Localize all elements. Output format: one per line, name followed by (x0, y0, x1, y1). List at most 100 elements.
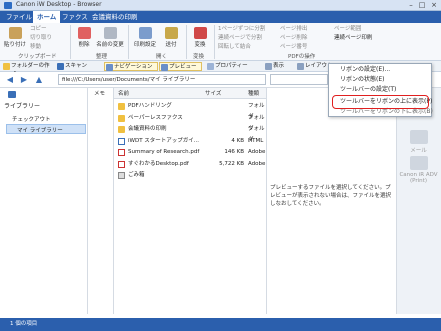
ribbon-separator (186, 25, 187, 59)
output-bar (396, 88, 441, 314)
page-range-button[interactable]: ページ範囲 (334, 25, 361, 34)
pdf-icon (118, 149, 125, 156)
mail-button[interactable]: メール (399, 130, 438, 154)
address-input[interactable]: file:///C:/Users/user/Documents/マイ ライブラリ… (58, 74, 266, 85)
folder-icon (118, 126, 125, 133)
html-icon (118, 137, 125, 145)
continuous-print-button[interactable]: 連続ページ印刷 (334, 34, 372, 43)
folder-icon (118, 114, 125, 122)
delete-icon (77, 27, 91, 39)
column-size[interactable]: サイズ (205, 89, 221, 97)
ribbon-separator (70, 25, 71, 59)
table-row[interactable]: すぐわかるDesktop.pdf 5,722 KB Adobe (114, 159, 266, 170)
file-list-header (114, 88, 266, 99)
properties-button[interactable]: プロパティー (206, 62, 258, 71)
navigation-icon (106, 64, 113, 71)
send-icon (164, 27, 178, 39)
scan-button[interactable]: スキャン (56, 62, 98, 71)
folder-icon (118, 103, 125, 110)
file-type: Adobe (248, 160, 266, 167)
sidebar-item-my-library[interactable]: マイ ライブラリー (6, 124, 86, 134)
back-icon[interactable]: ◀ (5, 75, 15, 85)
split-each-page-button[interactable]: 1ページずつに分割 (218, 25, 265, 34)
trash-icon (118, 172, 125, 179)
menu-item-ribbon-state[interactable]: リボンの状態(E) (340, 75, 384, 85)
printer-device-icon (409, 156, 428, 170)
mail-icon (409, 130, 428, 144)
view-icon (265, 63, 272, 70)
file-type: HTML (248, 137, 264, 144)
delete-button[interactable]: 削除 (74, 27, 94, 48)
pdf-icon (118, 160, 125, 168)
menu-item-ribbon-settings[interactable]: リボンの設定(E)... (340, 65, 390, 75)
preview-icon (161, 64, 168, 71)
column-name[interactable]: 名前 (118, 89, 129, 97)
memo-header: メモ (94, 91, 106, 97)
table-row[interactable]: ペーパーレスファクス フォルダ (114, 113, 266, 132)
file-name: PDFハンドリング (128, 103, 172, 109)
properties-icon (207, 63, 214, 70)
view-button[interactable]: 表示 (264, 62, 294, 71)
group-label-open: 開く (156, 54, 168, 60)
menu-item-toolbar-settings[interactable]: ツールバーの設定(T) (340, 85, 396, 95)
clipboard-icon (8, 27, 22, 39)
forward-icon[interactable]: ▶ (19, 75, 29, 85)
close-icon[interactable]: × (429, 1, 439, 9)
paste-button[interactable]: 貼り付け (4, 27, 26, 48)
create-folder-button[interactable]: フォルダーの作成 (2, 62, 54, 78)
split-continuous-button[interactable]: 連続ページで分割 (218, 34, 262, 43)
rotate-merge-button[interactable]: 回転して結合 (218, 43, 251, 52)
minimize-icon[interactable]: – (406, 1, 416, 9)
group-label-convert: 変換 (193, 54, 205, 60)
copy-button[interactable]: コピー (30, 25, 47, 34)
preview-message: プレビューするファイルを選択してください。プレビューが表示されない場合は、ファイ… (270, 185, 392, 207)
navigation-button[interactable]: ナビゲーション (104, 62, 158, 71)
sidebar-item-checkout[interactable]: チェックアウト (12, 115, 51, 123)
library-icon (8, 91, 16, 98)
print-settings-button[interactable]: 印刷設定 (132, 27, 158, 48)
table-row[interactable]: PDFハンドリング フォルダ (114, 101, 266, 120)
tab-file[interactable]: ファイル (2, 11, 36, 23)
printer-icon (138, 27, 152, 39)
window-title: Canon iW Desktop - Browser (16, 1, 102, 8)
scan-icon (57, 63, 64, 70)
group-label-pdf: PDFの操作 (288, 54, 316, 60)
column-type[interactable]: 種類 (248, 89, 259, 97)
table-row[interactable]: iWDT スタートアップガイ... 4 KB HTML (114, 136, 266, 147)
search-input[interactable] (270, 74, 328, 85)
folder-icon (3, 63, 10, 70)
up-icon[interactable]: ▲ (34, 75, 44, 85)
rename-button[interactable]: 名前の変更 (96, 27, 124, 48)
app-icon (4, 2, 12, 9)
file-name: Summary of Research.pdf (128, 149, 200, 155)
tab-home[interactable]: ホーム (33, 11, 61, 23)
page-delete-button[interactable]: ページ削除 (280, 34, 307, 43)
table-row[interactable]: Summary of Research.pdf 146 KB Adobe (114, 147, 266, 158)
page-eject-button[interactable]: ページ排出 (280, 25, 307, 34)
file-size: 4 KB (231, 137, 244, 144)
ribbon-separator (128, 25, 129, 59)
file-name: ごみ箱 (128, 172, 145, 178)
page-number-button[interactable]: ページ番号 (280, 43, 307, 52)
convert-icon (193, 27, 207, 39)
rename-icon (103, 27, 117, 39)
file-name: 会議資料の印刷 (128, 126, 167, 132)
file-name: すぐわかるDesktop.pdf (128, 160, 189, 167)
sidebar-title: ライブラリー (4, 103, 41, 110)
file-name: ペーパーレスファクス (128, 114, 183, 121)
move-button[interactable]: 移動 (30, 43, 41, 52)
printer-button[interactable]: Canon iR ADV (Print) (399, 156, 438, 184)
memo-column (88, 88, 114, 314)
maximize-icon[interactable]: □ (417, 1, 427, 9)
tab-meeting-print[interactable]: 会議資料の印刷 (88, 11, 142, 23)
cut-button[interactable]: 切り取り (30, 34, 52, 43)
convert-button[interactable]: 変換 (190, 27, 210, 48)
group-label-organize: 整理 (96, 54, 108, 60)
status-bar: 1 個の項目 (0, 318, 441, 331)
tab-fax[interactable]: ファクス (58, 11, 92, 23)
preview-button[interactable]: プレビュー (159, 62, 202, 71)
table-row[interactable]: 会議資料の印刷 フォルダ (114, 124, 266, 143)
table-row[interactable]: ごみ箱 (114, 170, 266, 181)
send-button[interactable]: 送付 (160, 27, 182, 48)
highlight-ring (332, 95, 429, 109)
